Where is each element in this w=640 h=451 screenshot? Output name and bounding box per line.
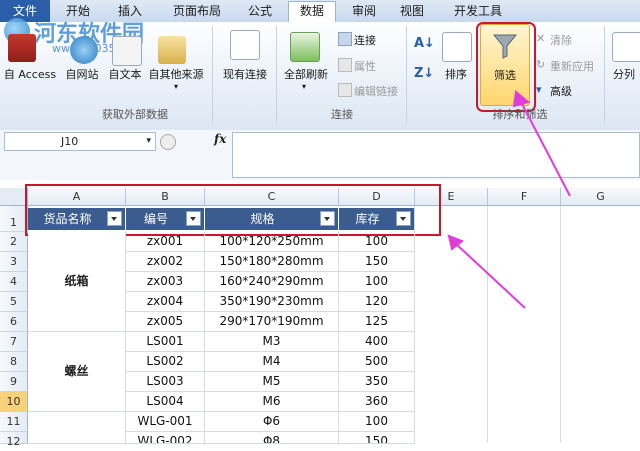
arrow-head <box>512 90 531 108</box>
arrow-to-filter <box>519 99 571 197</box>
annotation-arrows <box>447 90 571 309</box>
arrow-to-headers <box>454 242 526 309</box>
